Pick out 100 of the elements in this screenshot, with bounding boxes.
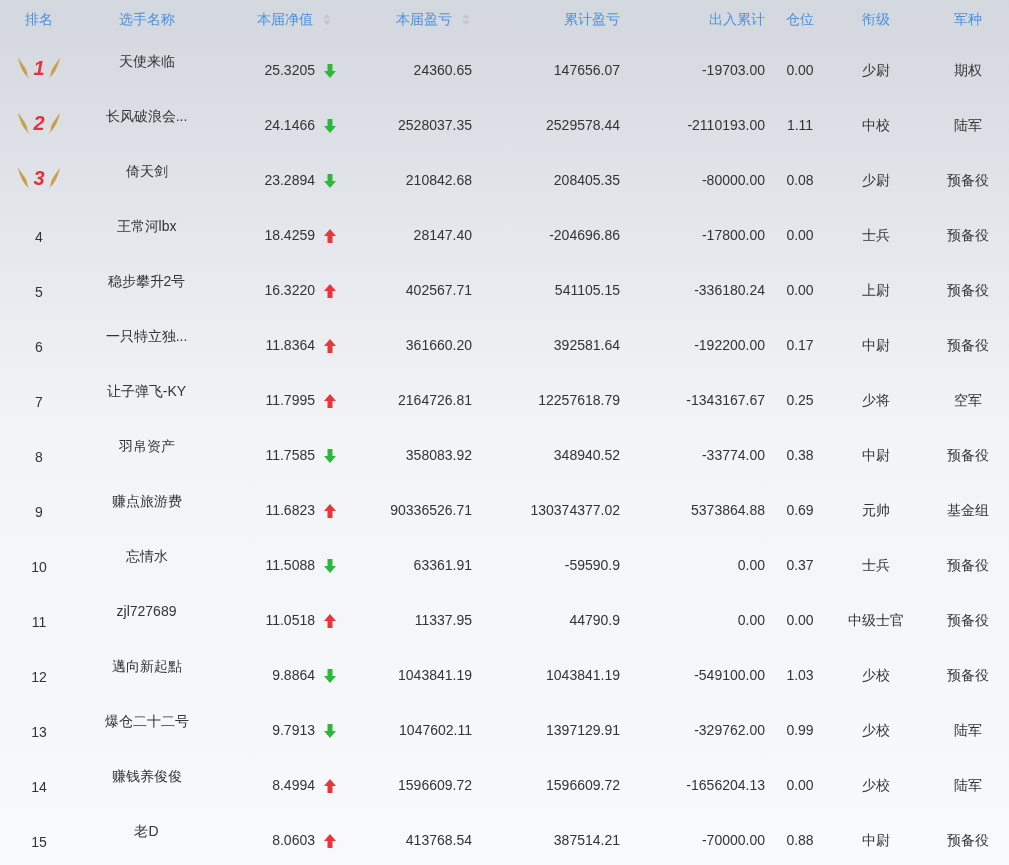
net-value: 8.4994 [272,776,315,795]
column-header: 仓位 [786,9,814,29]
branch-cell-text: 预备役 [947,281,989,300]
net-value: 11.7585 [265,446,315,465]
player-name: 稳步攀升2号 [107,272,186,291]
cumulative-profit-cell-text: -59590.9 [564,556,620,575]
cumulative-profit-cell-text: 392581.64 [553,336,620,355]
grade-cell-text: 少校 [862,666,890,685]
in-out-cell-text: -192200.00 [694,336,765,355]
grade-cell-text: 中尉 [862,336,890,355]
grade-cell-text: 上尉 [862,281,890,300]
branch-cell-text: 预备役 [947,666,989,685]
in-out-cell-text: 5373864.88 [691,501,765,520]
player-name: 长风破浪会... [105,107,188,126]
in-out-cell-text: 0.00 [737,611,765,630]
position-cell-text: 0.00 [786,611,814,630]
net-value: 18.4259 [264,226,315,245]
position-cell-text: 0.00 [786,226,814,245]
player-name: 赚点旅游费 [111,492,182,511]
cumulative-profit-cell-text: 348940.52 [553,446,620,465]
rank-number: 10 [31,558,47,577]
rank-number: 1 [32,57,46,78]
net-value: 9.8864 [272,666,315,685]
rank-number: 2 [32,112,46,133]
cumulative-profit-cell-text: 130374377.02 [530,501,620,520]
grade-cell-text: 士兵 [862,556,890,575]
position-cell-text: 0.00 [786,281,814,300]
player-name: zjl727689 [116,602,177,621]
net-value: 11.5088 [265,556,315,575]
position-cell-text: 0.00 [786,61,814,80]
branch-cell-text: 预备役 [947,556,989,575]
profit-cell-text: 28147.40 [413,226,472,245]
net-value: 11.8364 [265,336,315,355]
cumulative-profit-cell-text: -204696.86 [549,226,620,245]
grade-cell-text: 少将 [862,391,890,410]
net-value: 24.1466 [264,116,315,135]
grade-cell-text: 中校 [862,116,890,135]
profit-cell-text: 358083.92 [405,446,472,465]
cumulative-profit-cell-text: 2529578.44 [546,116,620,135]
column-header: 出入累计 [709,9,765,29]
profit-cell-text: 402567.71 [405,281,472,300]
rank-number: 7 [35,393,43,412]
in-out-cell-text: -33774.00 [701,446,765,465]
profit-cell-text: 63361.91 [413,556,472,575]
net-value: 8.0603 [272,831,315,850]
profit-cell-text: 24360.65 [413,61,472,80]
rank-number: 15 [31,833,47,852]
branch-cell-text: 预备役 [947,611,989,630]
net-value: 16.3220 [264,281,315,300]
player-name: 天使来临 [118,52,175,71]
position-cell-text: 0.99 [786,721,814,740]
rank-number: 3 [32,167,46,188]
column-header: 选手名称 [118,9,175,29]
rank-number: 8 [35,448,43,467]
branch-cell-text: 陆军 [954,721,982,740]
player-name: 邁向新起點 [111,657,182,676]
position-cell-text: 0.00 [786,776,814,795]
grade-cell-text: 少尉 [862,171,890,190]
profit-cell-text: 210842.68 [405,171,472,190]
net-value: 11.6823 [265,501,315,520]
branch-cell-text: 预备役 [947,226,989,245]
cumulative-profit-cell-text: 44790.9 [569,611,620,630]
cumulative-profit-cell-text: 208405.35 [553,171,620,190]
in-out-cell-text: -2110193.00 [687,116,765,135]
branch-cell-text: 空军 [954,391,982,410]
grade-cell-text: 中级士官 [848,611,904,630]
column-header: 军种 [954,9,982,29]
player-name: 让子弹飞-KY [106,382,187,401]
player-name: 一只特立独... [105,327,188,346]
net-value: 11.0518 [265,611,315,630]
position-cell-text: 0.37 [786,556,814,575]
player-name: 老D [134,822,159,841]
branch-cell-text: 期权 [954,61,982,80]
branch-cell-text: 基金组 [947,501,989,520]
grade-cell-text: 少尉 [862,61,890,80]
position-cell-text: 0.17 [786,336,814,355]
player-name: 王常河lbx [116,217,177,236]
grade-cell-text: 少校 [862,776,890,795]
cumulative-profit-cell-text: 12257618.79 [538,391,620,410]
grade-cell-text: 士兵 [862,226,890,245]
cumulative-profit-cell-text: 1397129.91 [546,721,620,740]
rank-number: 4 [35,228,43,247]
in-out-cell-text: -70000.00 [701,831,765,850]
column-header[interactable]: 本届净值 [257,8,331,30]
in-out-cell-text: -1343167.67 [686,391,765,410]
grade-cell-text: 中尉 [862,831,890,850]
cumulative-profit-cell-text: 541105.15 [554,281,620,300]
profit-cell-text: 1596609.72 [398,776,472,795]
in-out-cell-text: 0.00 [737,556,765,575]
cumulative-profit-cell-text: 1596609.72 [546,776,620,795]
cumulative-profit-cell-text: 387514.21 [553,831,620,850]
in-out-cell-text: -336180.24 [694,281,765,300]
branch-cell-text: 陆军 [954,116,982,135]
in-out-cell-text: -549100.00 [694,666,765,685]
profit-cell-text: 1043841.19 [398,666,472,685]
grade-cell-text: 元帅 [862,501,890,520]
position-cell-text: 0.08 [786,171,814,190]
rank-number: 14 [31,778,47,797]
column-header[interactable]: 本届盈亏 [396,8,470,30]
column-header: 排名 [25,9,53,29]
